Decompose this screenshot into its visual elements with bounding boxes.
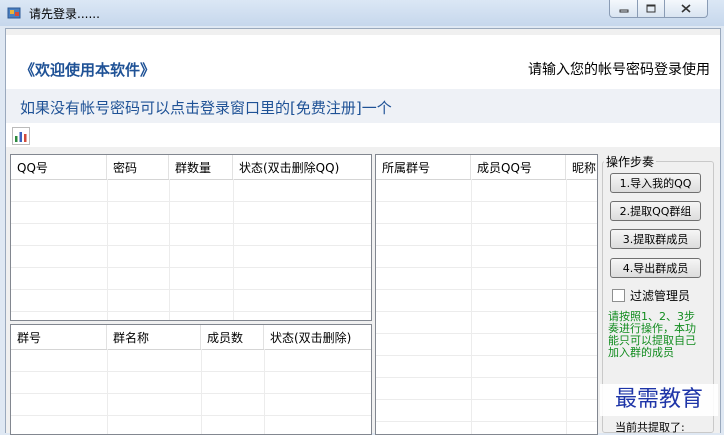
steps-legend: 操作步奏 <box>604 153 657 170</box>
maximize-button[interactable] <box>637 0 665 18</box>
extract-status: 当前共提取了: <box>615 421 685 434</box>
accounts-grid[interactable]: QQ号 密码 群数量 状态(双击删除QQ) <box>10 154 372 321</box>
column-member-qq[interactable]: 成员QQ号 <box>471 155 566 179</box>
maximize-icon <box>646 4 656 13</box>
groups-grid[interactable]: 群号 群名称 成员数 状态(双击删除) <box>10 324 372 435</box>
fetch-members-button[interactable]: 3.提取群成员 <box>610 229 701 249</box>
welcome-banner: 《欢迎使用本软件》 请输入您的帐号密码登录使用 如果没有帐号密码可以点击登录窗口… <box>6 35 720 147</box>
column-group-number[interactable]: 群号 <box>11 325 107 349</box>
accounts-grid-header: QQ号 密码 群数量 状态(双击删除QQ) <box>11 155 371 180</box>
login-hint: 请输入您的帐号密码登录使用 <box>528 62 710 78</box>
column-group-status[interactable]: 状态(双击删除) <box>264 325 371 349</box>
watermark: 最需教育 <box>600 384 718 416</box>
export-members-button[interactable]: 4.导出群成员 <box>610 258 701 278</box>
column-nickname[interactable]: 昵称 <box>566 155 597 179</box>
main-panel: 《欢迎使用本软件》 请输入您的帐号密码登录使用 如果没有帐号密码可以点击登录窗口… <box>5 28 721 435</box>
fetch-groups-button[interactable]: 2.提取QQ群组 <box>610 201 701 221</box>
welcome-text: 《欢迎使用本软件》 <box>20 61 156 79</box>
groups-grid-header: 群号 群名称 成员数 状态(双击删除) <box>11 325 371 350</box>
column-status[interactable]: 状态(双击删除QQ) <box>233 155 371 179</box>
instructions-text: 请按照1、2、3步奏进行操作，本功能只可以提取自己加入群的成员 <box>608 310 696 359</box>
register-hint: 如果没有帐号密码可以点击登录窗口里的[免费注册]一个 <box>20 99 392 117</box>
members-grid[interactable]: 所属群号 成员QQ号 昵称 <box>375 154 598 435</box>
column-group-id[interactable]: 所属群号 <box>376 155 471 179</box>
filter-admins-checkbox[interactable]: 过滤管理员 <box>612 287 690 304</box>
close-button[interactable] <box>664 0 708 18</box>
close-icon <box>681 4 691 13</box>
checkbox-box[interactable] <box>612 289 625 302</box>
app-icon <box>7 7 21 19</box>
column-group-name[interactable]: 群名称 <box>107 325 201 349</box>
column-member-count[interactable]: 成员数 <box>201 325 264 349</box>
filter-admins-label: 过滤管理员 <box>630 289 691 303</box>
column-password[interactable]: 密码 <box>107 155 169 179</box>
window-title: 请先登录...... <box>29 7 100 21</box>
chart-icon[interactable] <box>12 127 30 145</box>
title-bar: 请先登录...... <box>0 0 724 26</box>
import-qq-button[interactable]: 1.导入我的QQ <box>610 173 701 193</box>
members-grid-header: 所属群号 成员QQ号 昵称 <box>376 155 597 180</box>
minimize-icon <box>619 9 628 12</box>
column-qq-number[interactable]: QQ号 <box>11 155 107 179</box>
minimize-button[interactable] <box>609 0 638 18</box>
column-group-count[interactable]: 群数量 <box>169 155 233 179</box>
register-hint-bar: 如果没有帐号密码可以点击登录窗口里的[免费注册]一个 <box>6 89 720 123</box>
